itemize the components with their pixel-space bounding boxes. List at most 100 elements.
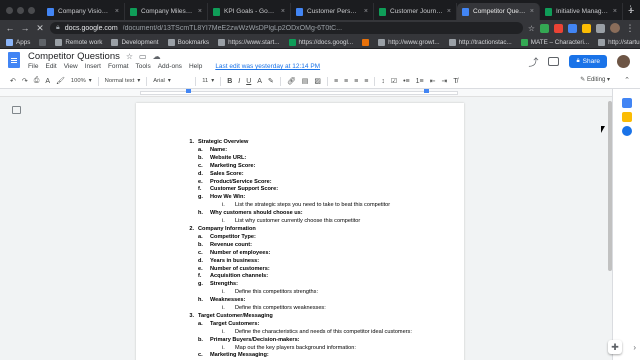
outline-item-level-2[interactable]: g. Strengths: — [184, 281, 412, 289]
browser-profile-avatar[interactable] — [610, 23, 620, 33]
left-indent-marker[interactable] — [186, 89, 191, 93]
browser-tab[interactable]: Competitor Questio × — [457, 3, 540, 20]
outline-item-level-3[interactable]: i. Define this competitors weaknesses: — [184, 305, 412, 313]
browser-tab[interactable]: KPI Goals - Google × — [208, 3, 291, 20]
align-justify-icon[interactable]: ≡ — [364, 78, 368, 85]
google-docs-logo-icon[interactable] — [8, 52, 20, 68]
browser-tab[interactable]: Company Milestone × — [125, 3, 208, 20]
increase-indent-icon[interactable]: ⇥ — [442, 77, 448, 85]
bookmark-item[interactable]: http://startupstas... — [598, 38, 640, 46]
tasks-icon[interactable] — [622, 126, 632, 136]
line-spacing-icon[interactable]: ↕ — [381, 78, 385, 85]
outline-item-level-2[interactable]: d. Years in business: — [184, 258, 412, 266]
outline-item-level-2[interactable]: a. Competitor Type: — [184, 234, 412, 242]
star-icon[interactable]: ☆ — [126, 52, 133, 61]
redo-icon[interactable]: ↷ — [22, 77, 28, 85]
outline-item-level-2[interactable]: d. Sales Score: — [184, 171, 412, 179]
document-outline-icon[interactable] — [12, 106, 21, 114]
bookmark-item[interactable]: Development — [111, 38, 159, 46]
close-tab-icon[interactable]: × — [530, 8, 534, 15]
close-tab-icon[interactable]: × — [115, 8, 119, 15]
collapse-menus-icon[interactable]: ⌃ — [624, 76, 630, 84]
document-title[interactable]: Competitor Questions — [28, 51, 120, 62]
close-tab-icon[interactable]: × — [613, 8, 617, 15]
browser-tab[interactable]: Company Vision - G × — [42, 3, 125, 20]
menu-format[interactable]: Format — [108, 63, 129, 70]
bookmark-item[interactable]: https://www.start... — [218, 38, 280, 46]
checklist-icon[interactable]: ☑ — [391, 77, 397, 85]
browser-tab[interactable]: Customer Journey × — [374, 3, 457, 20]
menu-insert[interactable]: Insert — [85, 63, 101, 70]
decrease-indent-icon[interactable]: ⇤ — [430, 77, 436, 85]
keep-icon[interactable] — [622, 112, 632, 122]
move-folder-icon[interactable]: ▭ — [139, 52, 147, 61]
close-tab-icon[interactable]: × — [447, 8, 451, 15]
font-select[interactable]: Arial ▾ — [153, 78, 189, 84]
bookmark-item[interactable]: http://www.growt... — [378, 38, 440, 46]
outline-item-level-3[interactable]: i. List why customer currently choose thi… — [184, 218, 412, 226]
image-icon[interactable]: ▨ — [314, 77, 321, 85]
outline-item-level-3[interactable]: i. Map out the key players background inf… — [184, 345, 412, 353]
activity-dashboard-icon[interactable]: ⤴ — [528, 54, 538, 69]
account-avatar[interactable] — [617, 55, 630, 68]
paint-format-icon[interactable]: 🖌︎ — [56, 77, 65, 85]
extension-icon[interactable] — [554, 23, 563, 33]
cloud-saved-icon[interactable]: ☁ — [153, 52, 161, 61]
bold-icon[interactable]: B — [227, 78, 232, 85]
maximize-window-button[interactable] — [28, 7, 35, 14]
outline-item-level-2[interactable]: b. Primary Buyers/Decision-makers: — [184, 337, 412, 345]
extension-icon[interactable] — [540, 23, 549, 33]
outline-item-level-2[interactable]: h. Weaknesses: — [184, 297, 412, 305]
zoom-select[interactable]: 100% ▾ — [71, 78, 92, 84]
outline-item-level-2[interactable]: e. Number of customers: — [184, 266, 412, 274]
browser-menu-icon[interactable]: ⋮ — [626, 4, 635, 15]
browser-tab[interactable]: Customer Persona × — [291, 3, 374, 20]
url-input[interactable]: 🔒︎ docs.google.com/document/d/13TScmTL8Y… — [50, 22, 523, 34]
explore-button[interactable]: ✚ — [608, 340, 622, 354]
outline-item-level-2[interactable]: c. Number of employees: — [184, 250, 412, 258]
comments-icon[interactable] — [548, 57, 560, 66]
close-tab-icon[interactable]: × — [364, 8, 368, 15]
extension-icon[interactable] — [596, 23, 605, 33]
bulleted-list-icon[interactable]: •≡ — [403, 78, 410, 85]
outline-item-level-2[interactable]: a. Name: — [184, 147, 412, 155]
spellcheck-icon[interactable]: A — [45, 78, 50, 85]
outline-item-level-2[interactable]: b. Revenue count: — [184, 242, 412, 250]
outline-item-level-2[interactable]: a. Target Customers: — [184, 321, 412, 329]
undo-icon[interactable]: ↶ — [10, 77, 16, 85]
align-right-icon[interactable]: ≡ — [354, 78, 358, 85]
font-size-select[interactable]: 11 ▾ — [202, 78, 214, 84]
italic-icon[interactable]: I — [238, 78, 240, 85]
close-window-button[interactable] — [6, 7, 13, 14]
style-select[interactable]: Normal text ▾ — [105, 78, 141, 84]
outline-item-level-3[interactable]: i. List the strategic steps you need to t… — [184, 202, 412, 210]
document-body[interactable]: 1. Strategic Overview a. Name: b. Website URL… — [184, 139, 412, 360]
clear-formatting-icon[interactable]: T̸ — [453, 78, 457, 85]
comment-icon[interactable]: ▤ — [302, 77, 309, 85]
menu-help[interactable]: Help — [189, 63, 202, 70]
highlight-icon[interactable]: ✎ — [268, 77, 274, 85]
bookmark-item[interactable]: https://docs.googl... — [288, 38, 353, 46]
link-icon[interactable]: 🔗︎ — [287, 77, 296, 85]
extension-icon[interactable] — [568, 23, 577, 33]
print-icon[interactable]: ⎙ — [34, 77, 40, 85]
calendar-icon[interactable] — [622, 98, 632, 108]
bookmark-star-icon[interactable]: ☆ — [528, 24, 535, 33]
menu-add-ons[interactable]: Add-ons — [158, 63, 182, 70]
menu-file[interactable]: File — [28, 63, 38, 70]
underline-icon[interactable]: U — [246, 78, 251, 85]
bookmark-item[interactable]: Bookmarks — [167, 38, 209, 46]
outline-item-level-2[interactable]: f. Customer Support Score: — [184, 186, 412, 194]
outline-item-level-2[interactable]: c. Marketing Score: — [184, 163, 412, 171]
outline-item-level-2[interactable]: c. Marketing Messaging: — [184, 352, 412, 360]
outline-item-level-1[interactable]: 3. Target Customer/Messaging — [184, 313, 412, 321]
bookmark-item[interactable] — [39, 38, 47, 46]
outline-item-level-3[interactable]: i. Define this competitors strengths: — [184, 289, 412, 297]
menu-edit[interactable]: Edit — [45, 63, 56, 70]
minimize-window-button[interactable] — [17, 7, 24, 14]
close-tab-icon[interactable]: × — [281, 8, 285, 15]
outline-item-level-2[interactable]: f. Acquisition channels: — [184, 273, 412, 281]
menu-tools[interactable]: Tools — [136, 63, 151, 70]
align-center-icon[interactable]: ≡ — [344, 78, 348, 85]
outline-item-level-2[interactable]: b. Website URL: — [184, 155, 412, 163]
